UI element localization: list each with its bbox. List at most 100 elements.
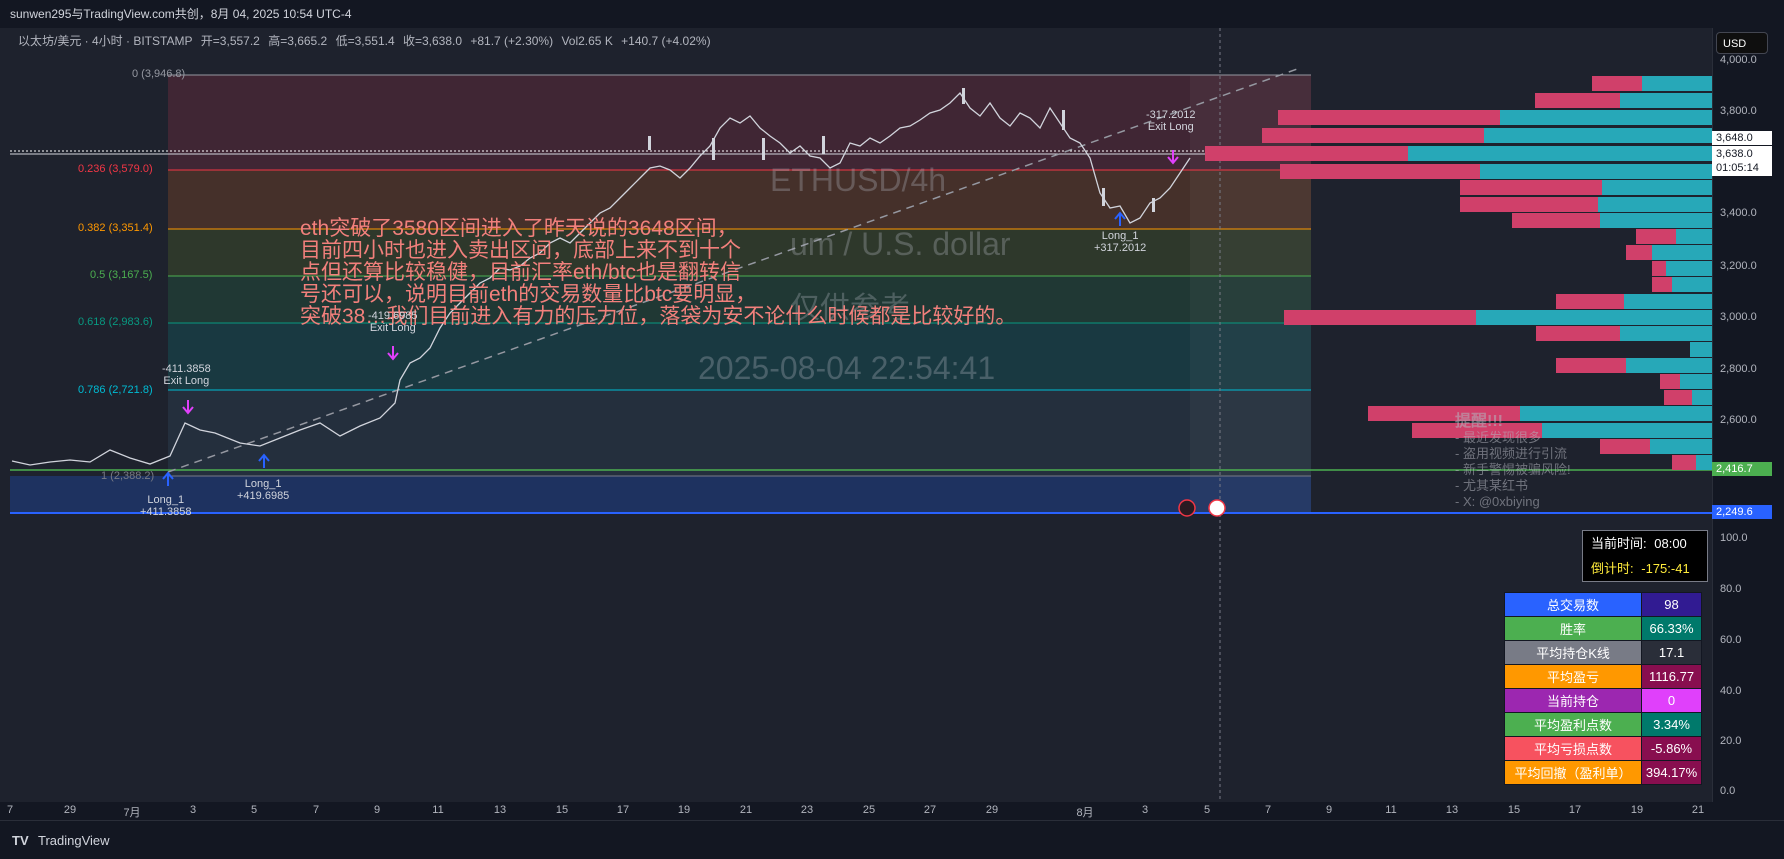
annotation-line: 点但还算比较稳健，目前汇率eth/btc也是翻转信 bbox=[300, 261, 742, 284]
annotation-line: 目前四小时也进入卖出区间，底部上来不到十个 bbox=[300, 239, 741, 262]
flash-event-icon bbox=[1178, 499, 1196, 517]
volume-value: 2.65 K bbox=[578, 34, 613, 48]
tradingview-logo-icon: TV bbox=[12, 833, 29, 848]
indicator-label: 60.0 bbox=[1720, 634, 1742, 646]
fib-label-0382: 0.382 (3,351.4) bbox=[78, 222, 153, 234]
stats-value: 66.33% bbox=[1641, 616, 1702, 641]
stats-label: 胜率 bbox=[1503, 616, 1643, 641]
indicator-label: 20.0 bbox=[1720, 735, 1742, 747]
tradingview-brand: TradingView bbox=[38, 833, 110, 848]
time-tick-label: 27 bbox=[923, 804, 937, 816]
stats-label: 平均盈利点数 bbox=[1503, 712, 1643, 737]
price-label: 2,600.0 bbox=[1720, 414, 1757, 426]
stats-row: 平均盈利点数 3.34% bbox=[1503, 712, 1702, 737]
green-level-tag: 2,416.7 bbox=[1712, 462, 1772, 476]
reminder-panel: 提醒!!! - 最近发现很多 - 盗用视频进行引流 - 新手警惕被骗风险! - … bbox=[1455, 414, 1571, 510]
trade-label-long: Long_1 +317.2012 bbox=[1094, 230, 1147, 254]
indicator-label: 80.0 bbox=[1720, 583, 1742, 595]
stats-row: 平均盈亏 1116.77 bbox=[1503, 664, 1702, 689]
fib-label-0: 0 (3,946.8) bbox=[132, 68, 186, 80]
time-tick-label: 9 bbox=[373, 804, 381, 816]
volume-change: +140.7 (+4.02%) bbox=[621, 34, 711, 48]
time-tick-label: 15 bbox=[555, 804, 569, 816]
time-tick-label: 5 bbox=[250, 804, 258, 816]
time-tick-label: 15 bbox=[1507, 804, 1521, 816]
stats-value: 98 bbox=[1641, 592, 1702, 617]
open-value: 开=3,557.2 bbox=[200, 34, 260, 48]
trade-label-exit: -419.6985 Exit Long bbox=[368, 310, 418, 334]
time-tick-label: 9 bbox=[1325, 804, 1333, 816]
current-price-tag: 3,648.0 bbox=[1712, 131, 1772, 145]
price-label: 3,200.0 bbox=[1720, 260, 1757, 272]
time-tick-label: 29 bbox=[985, 804, 999, 816]
time-axis[interactable]: 7 29 7月 3 5 7 9 11 13 15 17 19 21 23 25 27 29 8月 3 5 7 9 11 13 1… bbox=[0, 802, 1712, 820]
reminder-item: - X: @0xbiying bbox=[1455, 494, 1540, 509]
time-tick-label: 7月 bbox=[123, 807, 141, 819]
fib-label-0236: 0.236 (3,579.0) bbox=[78, 163, 153, 175]
stats-label: 平均回撤（盈利单） bbox=[1503, 760, 1643, 785]
close-value: 收=3,638.0 bbox=[402, 34, 463, 48]
annotation-line: 号还可以，说明目前eth的交易数量比btc要明显， bbox=[300, 283, 757, 306]
stats-row: 平均回撤（盈利单） 394.17% bbox=[1503, 760, 1702, 785]
current-time-value: 08:00 bbox=[1654, 536, 1687, 551]
time-tick-label: 13 bbox=[1445, 804, 1459, 816]
stats-row: 总交易数 98 bbox=[1503, 592, 1702, 617]
stats-row: 胜率 66.33% bbox=[1503, 616, 1702, 641]
symbol-info[interactable]: 以太坊/美元 · 4小时 · BITSTAMP bbox=[18, 34, 192, 48]
fib-zone-0786 bbox=[168, 390, 1311, 476]
time-tick-label: 17 bbox=[616, 804, 630, 816]
reminder-item: - 新手警惕被骗风险! bbox=[1455, 462, 1571, 477]
fib-label-0786: 0.786 (2,721.8) bbox=[78, 384, 153, 396]
price-label: 3,400.0 bbox=[1720, 207, 1757, 219]
time-tick-label: 7 bbox=[6, 804, 14, 816]
us-flag-event-icon bbox=[1208, 499, 1226, 517]
stats-label: 当前持仓 bbox=[1503, 688, 1643, 713]
currency-button[interactable]: USD bbox=[1716, 32, 1768, 54]
stats-label: 平均盈亏 bbox=[1503, 664, 1643, 689]
strategy-stats-table: 总交易数 98 胜率 66.33% 平均持仓K线 17.1 平均盈亏 1116.77 当前持仓 0… bbox=[1503, 592, 1702, 785]
time-tick-label: 19 bbox=[1630, 804, 1644, 816]
trade-label-exit: -317.2012 Exit Long bbox=[1146, 109, 1196, 133]
indicator-label: 40.0 bbox=[1720, 685, 1742, 697]
time-tick-label: 13 bbox=[493, 804, 507, 816]
time-tick-label: 7 bbox=[1264, 804, 1272, 816]
price-label: 3,800.0 bbox=[1720, 105, 1757, 117]
stats-value: 17.1 bbox=[1641, 640, 1702, 665]
footer-bar: TV TradingView bbox=[0, 820, 1784, 859]
close-price-tag: 3,638.0 01:05:14 bbox=[1712, 146, 1772, 176]
stats-value: 1116.77 bbox=[1641, 664, 1702, 689]
stats-row: 平均持仓K线 17.1 bbox=[1503, 640, 1702, 665]
time-tick-label: 3 bbox=[189, 804, 197, 816]
analysis-annotation[interactable]: eth突破了3580区间进入了昨天说的3648区间， 目前四小时也进入卖出区间，… bbox=[300, 218, 1160, 328]
bar-countdown: 01:05:14 bbox=[1716, 162, 1759, 174]
time-tick-label: 11 bbox=[432, 804, 444, 816]
trade-label-long: Long_1 +411.3858 bbox=[140, 494, 192, 518]
stats-label: 总交易数 bbox=[1503, 592, 1643, 617]
watermark-datetime: 2025-08-04 22:54:41 bbox=[698, 350, 996, 386]
price-label: 2,800.0 bbox=[1720, 363, 1757, 375]
time-tick-label: 19 bbox=[677, 804, 691, 816]
blue-level-tag: 2,249.6 bbox=[1712, 505, 1772, 519]
time-tick-label: 23 bbox=[800, 804, 814, 816]
stats-value: 0 bbox=[1641, 688, 1702, 713]
timer-panel: 当前时间: 08:00 倒计时: -175:-41 bbox=[1582, 530, 1708, 582]
low-value: 低=3,551.4 bbox=[335, 34, 395, 48]
high-value: 高=3,665.2 bbox=[268, 34, 328, 48]
stats-row: 平均亏损点数 -5.86% bbox=[1503, 736, 1702, 761]
time-tick-label: 21 bbox=[739, 804, 753, 816]
reminder-item: - 尤其某红书 bbox=[1455, 478, 1528, 493]
stats-value: -5.86% bbox=[1641, 736, 1702, 761]
tradingview-logo[interactable]: TV TradingView bbox=[12, 833, 110, 848]
current-time-row: 当前时间: 08:00 bbox=[1583, 531, 1707, 556]
time-tick-label: 5 bbox=[1203, 804, 1211, 816]
volume-label: Vol bbox=[561, 34, 579, 48]
fib-label-1: 1 (2,388.2) bbox=[101, 470, 155, 482]
fib-zone-blue bbox=[10, 476, 1311, 512]
stats-value: 3.34% bbox=[1641, 712, 1702, 737]
reminder-item: - 最近发现很多 bbox=[1455, 430, 1541, 445]
time-tick-label: 11 bbox=[1385, 804, 1397, 816]
indicator-label: 0.0 bbox=[1720, 785, 1736, 797]
indicator-label: 100.0 bbox=[1720, 532, 1748, 544]
fib-label-05: 0.5 (3,167.5) bbox=[90, 269, 153, 281]
time-tick-label: 7 bbox=[312, 804, 320, 816]
